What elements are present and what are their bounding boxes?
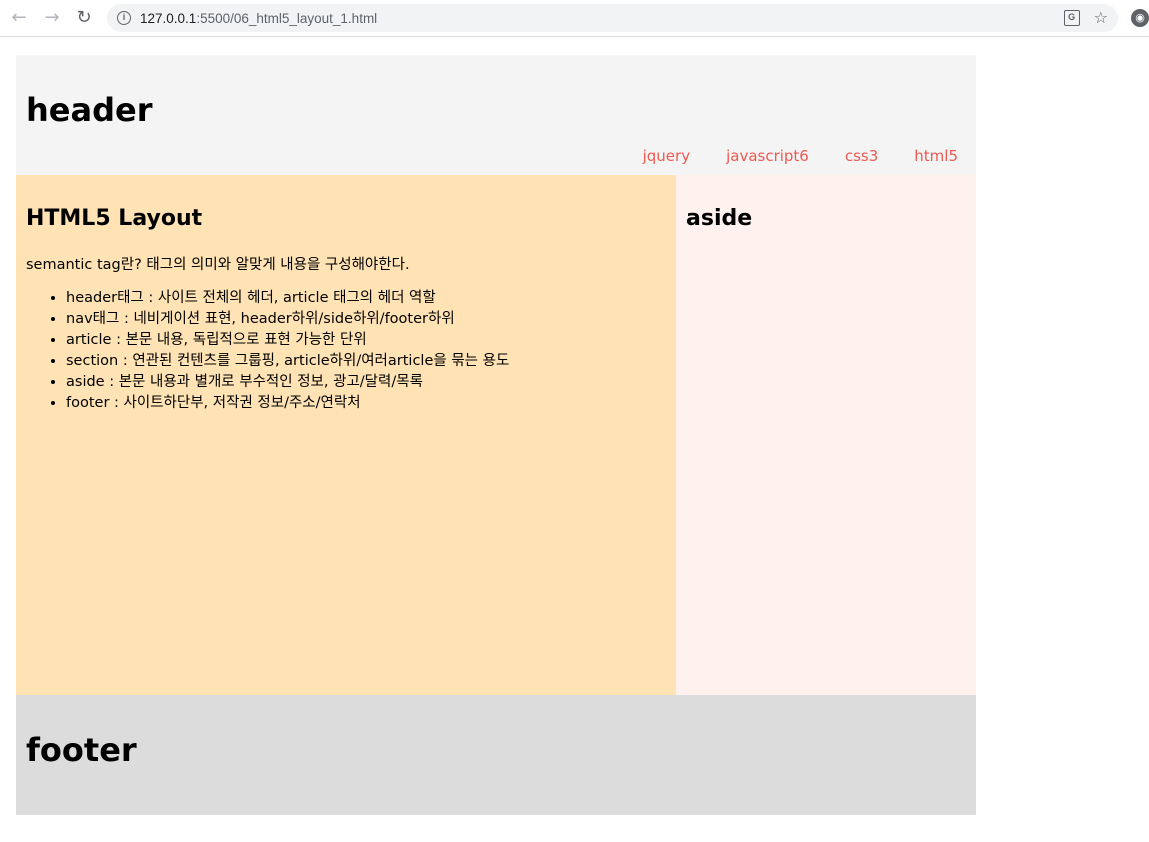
nav-link-jquery[interactable]: jquery (625, 145, 708, 167)
url-host: 127.0.0.1 (140, 10, 197, 26)
main-section: HTML5 Layout semantic tag란? 태그의 의미와 알맞게 … (16, 175, 676, 695)
site-info-icon[interactable]: i (117, 11, 131, 25)
omnibox-actions: G ☆ (1063, 8, 1108, 27)
content-area: HTML5 Layout semantic tag란? 태그의 의미와 알맞게 … (16, 175, 976, 695)
list-item: header태그 : 사이트 전체의 헤더, article 태그의 헤더 역할 (66, 288, 666, 309)
forward-icon[interactable]: → (40, 6, 64, 30)
url-path: :5500/06_html5_layout_1.html (196, 10, 378, 26)
footer-title: footer (26, 731, 137, 769)
nav-link-html5[interactable]: html5 (896, 145, 976, 167)
list-item: section : 연관된 컨텐츠를 그룹핑, article하위/여러arti… (66, 351, 666, 372)
page-wrapper: header jquery javascript6 css3 html5 HTM… (16, 55, 976, 815)
address-bar[interactable]: i 127.0.0.1:5500/06_html5_layout_1.html … (107, 4, 1118, 32)
main-title: HTML5 Layout (26, 206, 203, 231)
header-title: header (26, 91, 153, 129)
extension-icon[interactable]: ◉ (1131, 9, 1149, 27)
semantic-tag-list: header태그 : 사이트 전체의 헤더, article 태그의 헤더 역할… (26, 288, 666, 414)
back-icon[interactable]: ← (7, 6, 31, 30)
list-item: nav태그 : 네비게이션 표현, header하위/side하위/footer… (66, 309, 666, 330)
site-footer: footer (16, 695, 976, 815)
list-item: aside : 본문 내용과 별개로 부수적인 정보, 광고/달력/목록 (66, 372, 666, 393)
nav-link-css3[interactable]: css3 (827, 145, 896, 167)
bookmark-star-icon[interactable]: ☆ (1094, 8, 1108, 27)
site-header: header jquery javascript6 css3 html5 (16, 55, 976, 175)
url-text[interactable]: 127.0.0.1:5500/06_html5_layout_1.html (140, 11, 377, 26)
nav-link-javascript6[interactable]: javascript6 (708, 145, 827, 167)
aside-section: aside (676, 175, 976, 695)
site-nav: jquery javascript6 css3 html5 (625, 145, 976, 167)
translate-icon[interactable]: G (1063, 10, 1080, 26)
browser-toolbar: ← → ↻ i 127.0.0.1:5500/06_html5_layout_1… (0, 0, 1149, 37)
list-item: footer : 사이트하단부, 저작권 정보/주소/연락처 (66, 393, 666, 414)
aside-title: aside (686, 206, 753, 231)
list-item: article : 본문 내용, 독립적으로 표현 가능한 단위 (66, 330, 666, 351)
reload-icon[interactable]: ↻ (72, 6, 96, 30)
intro-text: semantic tag란? 태그의 의미와 알맞게 내용을 구성해야한다. (26, 257, 410, 273)
